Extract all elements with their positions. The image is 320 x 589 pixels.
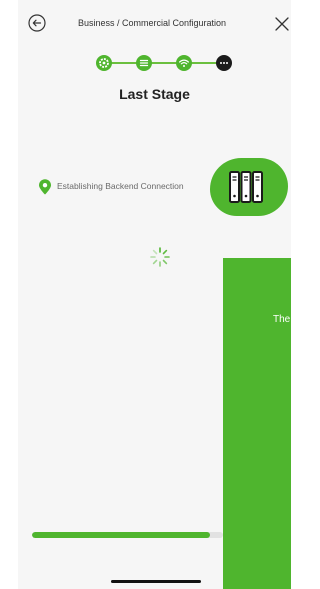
panel-text: The xyxy=(273,314,291,325)
progress-fill xyxy=(32,532,210,538)
step-2-list xyxy=(136,55,152,71)
wifi-icon xyxy=(179,59,189,67)
server-rack-icon xyxy=(229,171,263,203)
gear-icon xyxy=(99,58,109,68)
back-circle-arrow-icon[interactable] xyxy=(28,14,46,32)
page-title: Business / Commercial Configuration xyxy=(78,18,227,28)
more-dots-icon xyxy=(220,62,228,64)
step-4-current xyxy=(216,55,232,71)
spinner-icon xyxy=(150,247,170,267)
location-pin-icon xyxy=(39,179,51,195)
step-1-gear xyxy=(96,55,112,71)
header: Business / Commercial Configuration xyxy=(18,0,291,48)
server-badge xyxy=(210,158,288,216)
close-x-icon[interactable] xyxy=(274,16,290,32)
home-indicator[interactable] xyxy=(111,580,201,583)
progress-bar xyxy=(32,532,223,538)
info-panel: The xyxy=(223,258,291,589)
stage-title: Last Stage xyxy=(119,86,190,102)
step-3-wifi xyxy=(176,55,192,71)
progress-stepper xyxy=(96,55,236,71)
status-text: Establishing Backend Connection xyxy=(57,181,184,191)
screen: Business / Commercial Configuration Last… xyxy=(18,0,291,589)
stepper-connector xyxy=(104,62,228,64)
list-icon xyxy=(139,59,149,67)
